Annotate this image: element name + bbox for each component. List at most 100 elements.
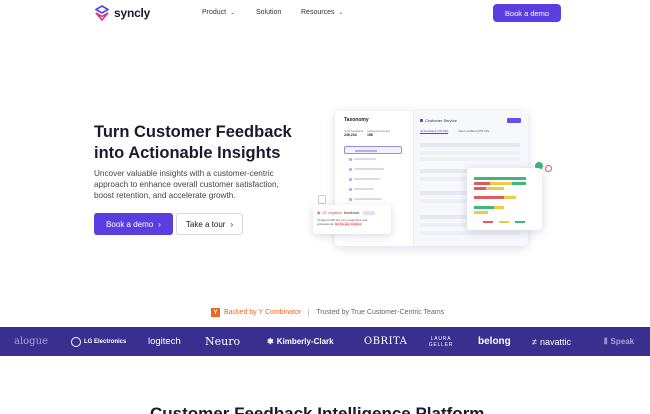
hero-title-line2: into Actionable Insights — [94, 144, 281, 162]
chevron-down-icon: ⌄ — [338, 10, 344, 16]
warning-icon: ◉ — [317, 211, 321, 215]
negative-feedback-card: ◉ 32 negative feedback "Support staff ar… — [313, 205, 391, 234]
divider — [308, 308, 310, 317]
logo-alogue: alogue — [14, 327, 48, 356]
row-label-bar — [354, 188, 374, 190]
table-row — [420, 157, 520, 161]
row-label-bar — [354, 168, 384, 170]
taxonomy-row[interactable] — [349, 186, 374, 192]
sentiment-bar — [490, 182, 512, 185]
table-row — [420, 151, 520, 155]
panel-tabs: All feedback (45,430) Has Low/Red (275.3… — [420, 129, 489, 134]
legend-swatch — [483, 221, 493, 223]
navattic-logo-icon: ≠ — [532, 336, 537, 347]
legend-swatch — [515, 221, 525, 223]
chevron-right-icon: › — [230, 219, 234, 229]
tab-all-feedback[interactable]: All feedback (45,430) — [420, 129, 449, 134]
section-title: Customer Feedback Intelligence Platform — [150, 404, 485, 414]
hero-book-demo-button[interactable]: Book a demo › — [94, 213, 173, 235]
logo-obrita: OBRITA — [364, 327, 407, 356]
trusted-by-label: Trusted by True Customer-Centric Teams — [316, 309, 445, 316]
hero-subtitle: Uncover valuable insights with a custome… — [94, 169, 279, 200]
negative-count: 32 negative — [322, 210, 342, 215]
logo-laura-geller: LAURA GELLER — [428, 327, 454, 356]
row-label-bar — [354, 158, 376, 160]
taxonomy-row[interactable] — [349, 196, 382, 202]
nav-resources[interactable]: Resources ⌄ — [301, 9, 344, 16]
category-icon — [349, 187, 352, 191]
table-row — [420, 143, 520, 147]
nav-book-demo-button[interactable]: Book a demo — [493, 4, 561, 22]
hero-title: Turn Customer Feedback into Actionable I… — [94, 122, 324, 164]
nav-solution-label: Solution — [256, 9, 282, 16]
customer-logo-strip: alogue LG Electronics logitech Neuro ✱ K… — [0, 327, 650, 356]
logo-kimberly-clark-text: Kimberly-Clark — [276, 337, 334, 346]
hero-title-line1: Turn Customer Feedback — [94, 123, 292, 141]
logo-neuro-text: Neuro — [205, 335, 241, 348]
logo-navattic: ≠ navattic — [532, 327, 571, 356]
logo-lg-text: LG Electronics — [84, 338, 127, 345]
lg-logo-icon — [71, 336, 81, 347]
ai-badge — [363, 210, 376, 215]
sentiment-bar — [504, 196, 516, 199]
taxonomy-row[interactable] — [349, 176, 380, 182]
hero-take-tour-button[interactable]: Take a tour › — [176, 213, 243, 235]
logo-laura-geller-text: LAURA GELLER — [428, 335, 454, 348]
nav-product[interactable]: Product ⌄ — [202, 9, 235, 16]
panel-title: Customer Service — [420, 118, 457, 123]
panel-title-label: Customer Service — [425, 118, 457, 123]
negative-indicator-icon — [545, 165, 552, 172]
table-row — [420, 231, 520, 235]
taxonomy-row[interactable] — [349, 166, 384, 172]
taxonomy-title: Taxonomy — [344, 117, 369, 123]
logo-speak-text: Speak — [610, 337, 635, 346]
speak-logo-icon: ⦀ — [604, 336, 608, 346]
syncly-logo-icon — [95, 5, 109, 21]
logo-kimberly-clark: ✱ Kimberly-Clark — [267, 327, 334, 356]
sentiment-bar — [512, 182, 526, 185]
logo-alogue-text: alogue — [14, 336, 48, 347]
quote-highlight: but the app crashes — [334, 222, 362, 226]
hero-take-tour-label: Take a tour — [185, 219, 226, 229]
logo-obrita-text: OBRITA — [364, 336, 408, 347]
sentiment-bar — [474, 182, 490, 185]
sentiment-bar — [474, 206, 494, 209]
sentiment-bar — [494, 206, 504, 209]
taxonomy-row[interactable] — [349, 156, 376, 162]
logo-belong: belong — [478, 327, 511, 356]
sentiment-bar — [474, 196, 504, 199]
feedback-word: feedback — [343, 210, 360, 215]
logo-navattic-text: navattic — [539, 336, 571, 347]
taxonomy-selected-row[interactable] — [344, 146, 402, 154]
chevron-right-icon: › — [158, 219, 161, 229]
sentiment-bar — [474, 211, 488, 214]
quote-end: " — [361, 222, 363, 226]
stat-total-value: 245,234 — [344, 133, 357, 137]
panel-action-button[interactable] — [507, 118, 521, 123]
sentiment-chart-card — [467, 168, 542, 230]
legend-swatch — [499, 221, 509, 223]
nav-solution[interactable]: Solution — [256, 9, 281, 16]
category-icon — [349, 177, 352, 181]
backed-by-row: Y Backed by Y Combinator Trusted by True… — [211, 308, 444, 317]
backed-by-label: Backed by Y Combinator — [224, 309, 302, 316]
logo-neuro: Neuro — [205, 327, 240, 356]
top-nav: syncly Product ⌄ Solution Resources ⌄ Bo… — [0, 0, 650, 28]
stat-total: Total feedback 245,234 — [344, 129, 363, 137]
feedback-count-line: ◉ 32 negative feedback — [317, 210, 376, 215]
logo-logitech-text: logitech — [148, 336, 181, 347]
nav-resources-label: Resources — [301, 9, 335, 16]
sentiment-bar — [474, 187, 486, 190]
logo-lg-electronics: LG Electronics — [71, 327, 126, 356]
feedback-quote: "Support staff are very supportive and p… — [317, 218, 385, 226]
category-icon — [349, 157, 352, 161]
row-label-bar — [354, 198, 382, 200]
document-icon — [318, 195, 326, 204]
y-combinator-logo-icon: Y — [211, 308, 220, 317]
tab-low-red[interactable]: Has Low/Red (275.3%) — [458, 129, 489, 134]
sentiment-bar — [474, 177, 526, 180]
category-icon — [420, 119, 423, 122]
chart-legend — [483, 221, 525, 223]
brand-logo[interactable]: syncly — [95, 5, 150, 21]
sentiment-bar — [486, 187, 504, 190]
